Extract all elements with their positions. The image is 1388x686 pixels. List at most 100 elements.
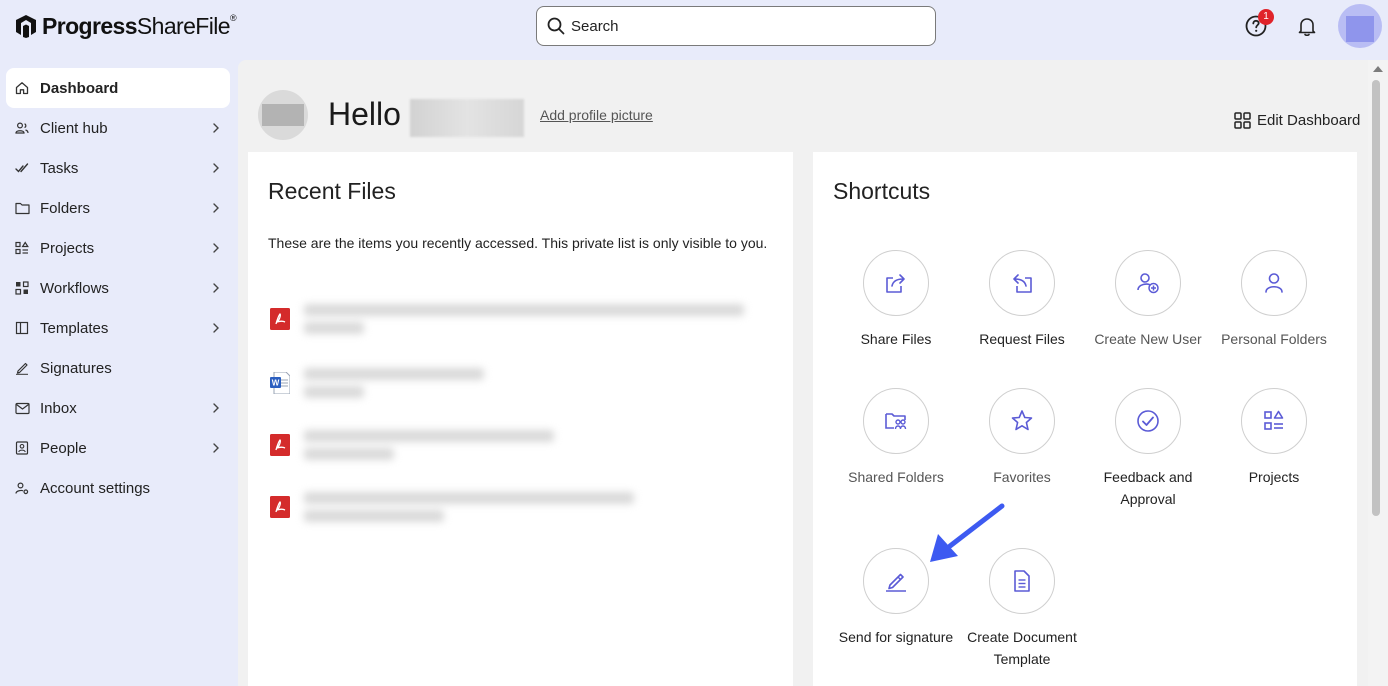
sidebar-item-label: Templates — [40, 319, 109, 337]
star-icon — [1011, 410, 1033, 431]
shortcut-label: Request Files — [979, 331, 1065, 347]
shortcut-request-files[interactable]: Request Files — [959, 250, 1085, 350]
sidebar: Dashboard Client hub Tasks Folders Proje… — [0, 62, 236, 508]
recent-files-description: These are the items you recently accesse… — [268, 235, 768, 251]
brand-name-bold: Progress — [42, 12, 138, 39]
personal-folders-icon — [1265, 273, 1283, 293]
account-settings-icon — [14, 480, 30, 496]
user-avatar[interactable] — [1338, 4, 1382, 48]
avatar-redacted-image — [262, 104, 304, 126]
brand-logo[interactable]: ProgressShareFile® — [14, 12, 237, 40]
shortcut-favorites[interactable]: Favorites — [959, 388, 1085, 488]
sidebar-item-workflows[interactable]: Workflows — [0, 268, 236, 308]
templates-icon — [14, 320, 30, 336]
redacted-file-name — [304, 486, 654, 526]
sidebar-item-label: Folders — [40, 199, 91, 217]
search-input[interactable] — [571, 17, 911, 35]
help-notification-badge: 1 — [1258, 9, 1274, 25]
recent-files-card: Recent Files These are the items you rec… — [248, 152, 793, 686]
sidebar-item-dashboard[interactable]: Dashboard — [6, 68, 230, 108]
sidebar-item-folders[interactable]: Folders — [0, 188, 236, 228]
recent-file-row[interactable] — [268, 486, 768, 526]
workflows-icon — [14, 280, 30, 296]
sidebar-item-label: Dashboard — [40, 79, 119, 97]
client-hub-icon — [14, 120, 30, 136]
sidebar-item-label: Client hub — [40, 119, 108, 137]
sidebar-item-label: Inbox — [40, 399, 77, 417]
sidebar-item-client-hub[interactable]: Client hub — [0, 108, 236, 148]
share-files-icon — [886, 274, 905, 293]
main-content: Hello Add profile picture Edit Dashboard… — [238, 60, 1368, 686]
chevron-right-icon — [213, 163, 219, 173]
chevron-right-icon — [213, 323, 219, 333]
shortcut-share-files[interactable]: Share Files — [833, 250, 959, 350]
sidebar-item-inbox[interactable]: Inbox — [0, 388, 236, 428]
shortcut-label: Personal Folders — [1221, 331, 1327, 347]
grid-icon — [1234, 112, 1251, 129]
signature-pen-icon — [14, 360, 30, 376]
top-bar: ProgressShareFile® 1 — [0, 0, 1388, 56]
chevron-right-icon — [213, 443, 219, 453]
shortcut-shared-folders[interactable]: Shared Folders — [833, 388, 959, 488]
redacted-file-name — [304, 298, 754, 338]
sidebar-item-label: People — [40, 439, 87, 457]
shortcut-label: Projects — [1248, 469, 1300, 485]
svg-text:W: W — [272, 379, 280, 388]
search-icon — [547, 17, 565, 35]
recent-file-row[interactable] — [268, 298, 768, 338]
sidebar-item-people[interactable]: People — [0, 428, 236, 468]
brand-name-regular: ShareFile — [136, 12, 231, 39]
redacted-file-name — [304, 424, 574, 464]
shortcut-label: Send for signature — [838, 629, 954, 645]
redacted-user-name — [410, 99, 524, 137]
avatar-redacted-image — [1346, 16, 1374, 42]
shortcut-feedback-approval[interactable]: Feedback and Approval — [1085, 388, 1211, 510]
shortcut-label: Shared Folders — [848, 469, 944, 485]
shortcut-personal-folders[interactable]: Personal Folders — [1211, 250, 1337, 350]
edit-dashboard-button[interactable]: Edit Dashboard — [1234, 112, 1360, 129]
shortcut-projects[interactable]: Projects — [1211, 388, 1337, 488]
redacted-file-name — [304, 362, 504, 402]
sidebar-item-label: Signatures — [40, 359, 112, 377]
scroll-thumb[interactable] — [1372, 80, 1380, 516]
pdf-file-icon — [270, 496, 290, 518]
shortcut-label: Favorites — [993, 469, 1051, 485]
recent-files-title: Recent Files — [268, 178, 396, 204]
shortcuts-card: Shortcuts Share Files Request Files Crea… — [813, 152, 1357, 686]
sidebar-item-label: Projects — [40, 239, 95, 257]
word-file-icon: W — [270, 372, 290, 394]
sidebar-item-label: Tasks — [40, 159, 79, 177]
projects-icon — [14, 240, 30, 256]
sidebar-item-signatures[interactable]: Signatures — [0, 348, 236, 388]
sidebar-item-tasks[interactable]: Tasks — [0, 148, 236, 188]
scroll-up-arrow-icon[interactable] — [1373, 66, 1383, 72]
search-box[interactable] — [536, 6, 936, 46]
pdf-file-icon — [270, 434, 290, 456]
signature-pen-icon — [886, 573, 906, 592]
recent-file-row[interactable] — [268, 424, 768, 464]
bell-icon[interactable] — [1296, 15, 1318, 37]
shortcut-create-new-user[interactable]: Create New User — [1085, 250, 1211, 350]
tasks-check-icon — [14, 160, 30, 176]
shortcut-label: Feedback and Approval — [1103, 469, 1193, 507]
chevron-right-icon — [213, 123, 219, 133]
home-icon — [14, 80, 30, 96]
approval-check-icon — [1137, 410, 1159, 432]
add-profile-picture-link[interactable]: Add profile picture — [540, 107, 653, 123]
vertical-scrollbar[interactable] — [1368, 60, 1388, 686]
shortcuts-title: Shortcuts — [833, 178, 931, 204]
projects-icon — [1264, 410, 1284, 430]
sidebar-item-projects[interactable]: Projects — [0, 228, 236, 268]
chevron-right-icon — [213, 403, 219, 413]
chevron-right-icon — [213, 203, 219, 213]
shortcut-label: Share Files — [860, 331, 932, 347]
recent-file-row[interactable]: W — [268, 362, 768, 402]
request-files-icon — [1013, 274, 1032, 293]
sidebar-item-account-settings[interactable]: Account settings — [0, 468, 236, 508]
shortcut-label: Create New User — [1094, 331, 1202, 347]
sidebar-item-templates[interactable]: Templates — [0, 308, 236, 348]
pdf-file-icon — [270, 308, 290, 330]
document-template-icon — [1014, 570, 1030, 592]
profile-avatar[interactable] — [258, 90, 308, 140]
progress-logo-icon — [16, 15, 36, 38]
